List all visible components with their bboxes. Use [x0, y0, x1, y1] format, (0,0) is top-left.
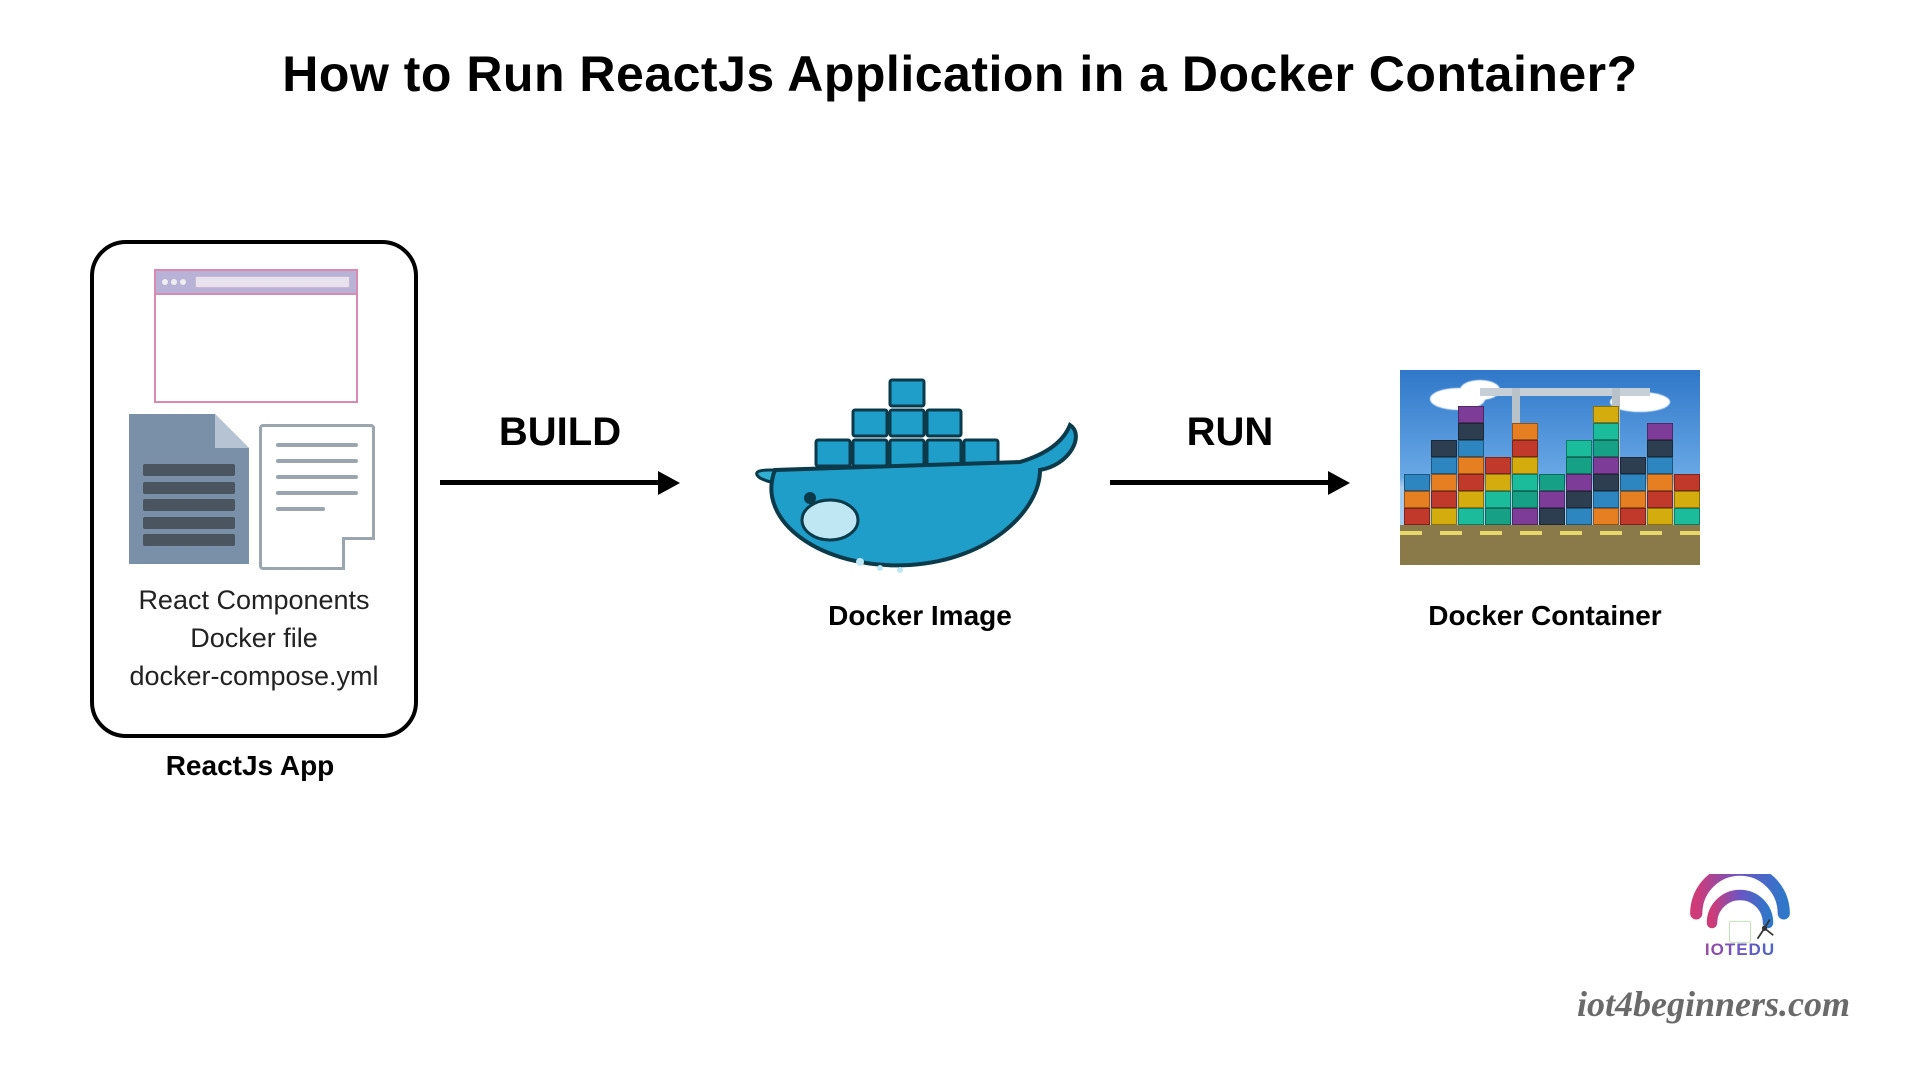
build-label: BUILD [430, 410, 690, 455]
reactjs-app-card: React Components Docker file docker-comp… [90, 240, 418, 738]
diagram-title: How to Run ReactJs Application in a Dock… [0, 45, 1920, 103]
document-filled-icon [129, 414, 249, 564]
reactjs-app-caption: ReactJs App [90, 750, 410, 782]
file-line: Docker file [94, 620, 414, 658]
iotedu-logo: IOTEDU [1665, 874, 1815, 960]
logo-brand-text: IOTEDU [1665, 940, 1815, 960]
container-yard-image [1400, 370, 1700, 565]
docker-whale-icon [740, 370, 1100, 580]
site-watermark: iot4beginners.com [1577, 983, 1850, 1025]
run-label: RUN [1130, 410, 1330, 455]
docker-container-caption: Docker Container [1385, 600, 1705, 632]
docker-image-caption: Docker Image [750, 600, 1090, 632]
file-line: docker-compose.yml [94, 658, 414, 696]
app-files-list: React Components Docker file docker-comp… [94, 582, 414, 695]
file-line: React Components [94, 582, 414, 620]
browser-window-icon [154, 269, 358, 403]
document-outline-icon [259, 424, 375, 570]
